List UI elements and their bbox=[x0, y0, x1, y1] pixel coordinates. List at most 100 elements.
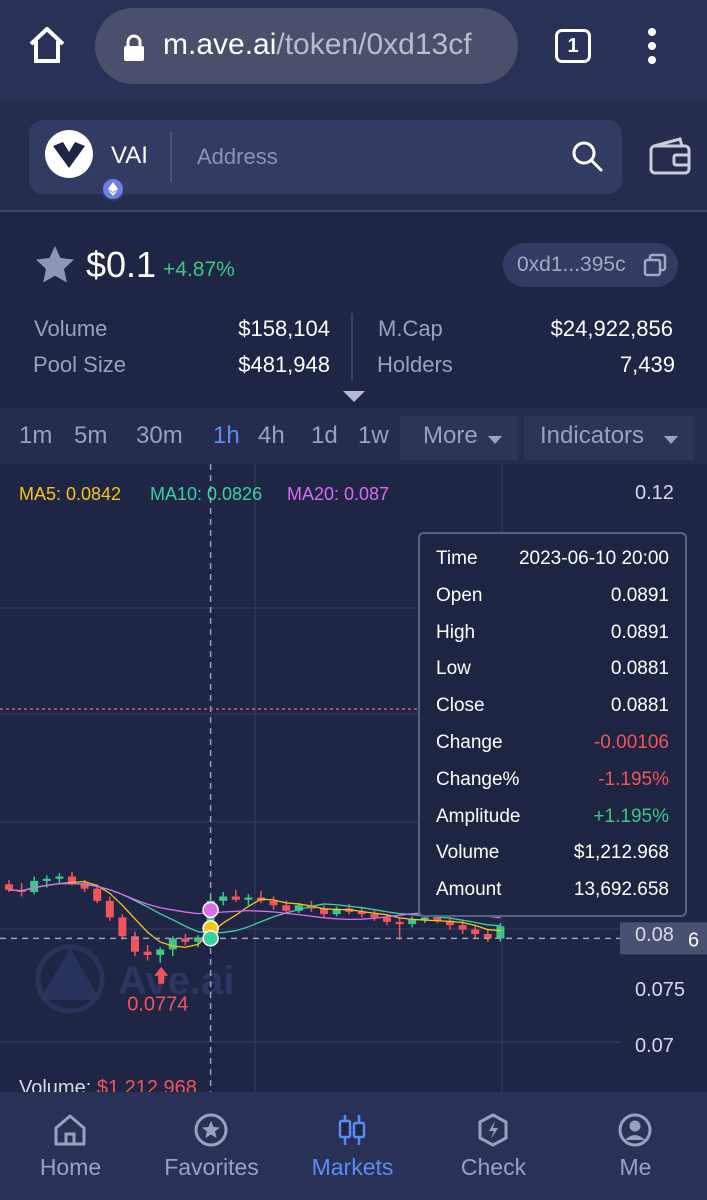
search-icon[interactable] bbox=[571, 140, 603, 172]
contract-address: 0xd1...395c bbox=[517, 253, 626, 276]
price-change: +4.87% bbox=[163, 258, 235, 281]
tab-30m[interactable]: 30m bbox=[136, 422, 183, 450]
copy-icon[interactable] bbox=[643, 253, 667, 277]
holders-label: Holders bbox=[377, 352, 453, 377]
nav-me-label: Me bbox=[619, 1154, 652, 1180]
candle-body bbox=[219, 896, 228, 901]
tooltip-value: $1,212.968 bbox=[573, 842, 669, 864]
nav-home-label: Home bbox=[39, 1154, 102, 1180]
tab-1m[interactable]: 1m bbox=[19, 422, 52, 450]
token-price: $0.1 bbox=[86, 244, 157, 285]
token-logo[interactable] bbox=[45, 130, 93, 178]
nav-favorites-label: Favorites bbox=[164, 1154, 259, 1180]
candle-body bbox=[244, 897, 253, 900]
tooltip-label: Volume bbox=[436, 842, 500, 864]
me-icon bbox=[618, 1113, 652, 1147]
expand-stats-caret[interactable] bbox=[343, 391, 365, 402]
nav-favorites[interactable]: Favorites bbox=[141, 1092, 282, 1200]
tooltip-row: Time 2023-06-10 20:00 bbox=[420, 548, 685, 582]
candle-body bbox=[93, 888, 102, 901]
tooltip-label: Low bbox=[436, 658, 471, 680]
crosshair-price-text: 6 bbox=[688, 929, 699, 951]
tab-4h[interactable]: 4h bbox=[258, 422, 285, 450]
browser-toolbar: m.ave.ai/token/0xd13cf 1 bbox=[0, 0, 707, 100]
tooltip-label: Time bbox=[436, 548, 478, 569]
url-bar[interactable]: m.ave.ai/token/0xd13cf bbox=[95, 8, 518, 84]
nav-check-label: Check bbox=[460, 1154, 527, 1180]
more-label: More bbox=[423, 422, 478, 449]
tooltip-label: Open bbox=[436, 584, 483, 606]
tooltip-row: Amplitude +1.195% bbox=[420, 806, 685, 840]
candle-body bbox=[471, 929, 480, 934]
bottom-nav: Home Favorites Markets Check Me bbox=[0, 1092, 707, 1200]
tooltip-label: High bbox=[436, 621, 476, 643]
browser-home-icon[interactable] bbox=[26, 24, 68, 66]
tooltip-value: 13,692.658 bbox=[573, 879, 669, 901]
eth-chain-icon bbox=[101, 177, 125, 201]
token-symbol[interactable]: VAI bbox=[111, 142, 148, 170]
y-tick-label: 0.075 bbox=[635, 979, 685, 1001]
tab-count-button[interactable]: 1 bbox=[555, 29, 591, 63]
volume-label: Volume bbox=[34, 316, 108, 341]
tab-1w[interactable]: 1w bbox=[358, 422, 389, 450]
tab-1h[interactable]: 1h bbox=[213, 422, 240, 450]
wallet-icon[interactable] bbox=[648, 136, 692, 176]
pool-size-value: $481,948 bbox=[238, 352, 330, 377]
tooltip-row: Close 0.0881 bbox=[420, 695, 685, 729]
tooltip-label: Close bbox=[436, 695, 485, 717]
candle-body bbox=[383, 917, 391, 922]
nav-check[interactable]: Check bbox=[423, 1092, 564, 1200]
candle-body bbox=[370, 914, 379, 918]
candle-body bbox=[496, 926, 505, 939]
ma20-legend: MA20: 0.087 bbox=[287, 484, 390, 504]
indicators-label: Indicators bbox=[540, 422, 645, 449]
nav-home[interactable]: Home bbox=[0, 1092, 141, 1200]
tooltip-value: 2023-06-10 20:00 bbox=[518, 548, 669, 569]
y-tick-label: 0.12 bbox=[635, 482, 674, 504]
nav-markets[interactable]: Markets bbox=[282, 1092, 423, 1200]
tab-1d[interactable]: 1d bbox=[311, 422, 338, 450]
candle-body bbox=[5, 884, 13, 890]
low-price-label: 0.0774 bbox=[127, 994, 188, 1016]
candle-body bbox=[395, 921, 404, 925]
browser-menu-icon[interactable] bbox=[640, 26, 664, 66]
candle-tooltip: Time 2023-06-10 20:00 Open 0.0891 High 0.0891… bbox=[418, 532, 687, 917]
candle-body bbox=[282, 905, 291, 911]
candle-body bbox=[42, 878, 51, 881]
interval-tabs: 1m 5m 30m 1h 4h 1d 1w More Indicators bbox=[0, 408, 707, 464]
search-header: VAI bbox=[0, 100, 707, 212]
search-divider bbox=[170, 132, 172, 182]
check-icon bbox=[478, 1113, 508, 1147]
tooltip-value: 0.0891 bbox=[610, 584, 669, 606]
contract-address-pill[interactable]: 0xd1...395c bbox=[503, 243, 678, 287]
tab-5m[interactable]: 5m bbox=[74, 422, 107, 450]
address-search-input[interactable] bbox=[197, 138, 537, 176]
indicators-button[interactable]: Indicators bbox=[524, 416, 694, 460]
vai-logo-icon bbox=[53, 142, 85, 168]
tooltip-label: Amplitude bbox=[436, 805, 521, 827]
mcap-label: M.Cap bbox=[378, 316, 443, 341]
ma20-dot bbox=[202, 901, 219, 919]
tooltip-value: +1.195% bbox=[593, 805, 669, 827]
url-text: m.ave.ai/token/0xd13cf bbox=[163, 28, 472, 62]
lock-icon bbox=[124, 34, 144, 61]
candle-body bbox=[269, 900, 278, 906]
search-box: VAI bbox=[29, 120, 622, 201]
favorite-star-icon[interactable] bbox=[34, 244, 76, 284]
tooltip-row: Low 0.0881 bbox=[420, 658, 685, 692]
url-path: /token/0xd13cf bbox=[276, 28, 472, 61]
tooltip-row: Volume $1,212.968 bbox=[420, 842, 685, 876]
candle-body bbox=[105, 900, 114, 918]
tooltip-value: 0.0891 bbox=[610, 621, 669, 643]
favorites-icon bbox=[194, 1113, 228, 1147]
candle-body bbox=[458, 925, 467, 930]
stats-divider bbox=[351, 313, 353, 381]
tooltip-row: Change -0.00106 bbox=[420, 732, 685, 766]
more-intervals-button[interactable]: More bbox=[400, 416, 518, 460]
markets-icon bbox=[338, 1115, 366, 1145]
volume-readout-value: $1,212.968 bbox=[97, 1077, 197, 1092]
nav-markets-label: Markets bbox=[311, 1154, 394, 1180]
ma10-legend: MA10: 0.0826 bbox=[150, 484, 263, 504]
ma10-dot bbox=[202, 930, 219, 947]
nav-me[interactable]: Me bbox=[565, 1092, 706, 1200]
